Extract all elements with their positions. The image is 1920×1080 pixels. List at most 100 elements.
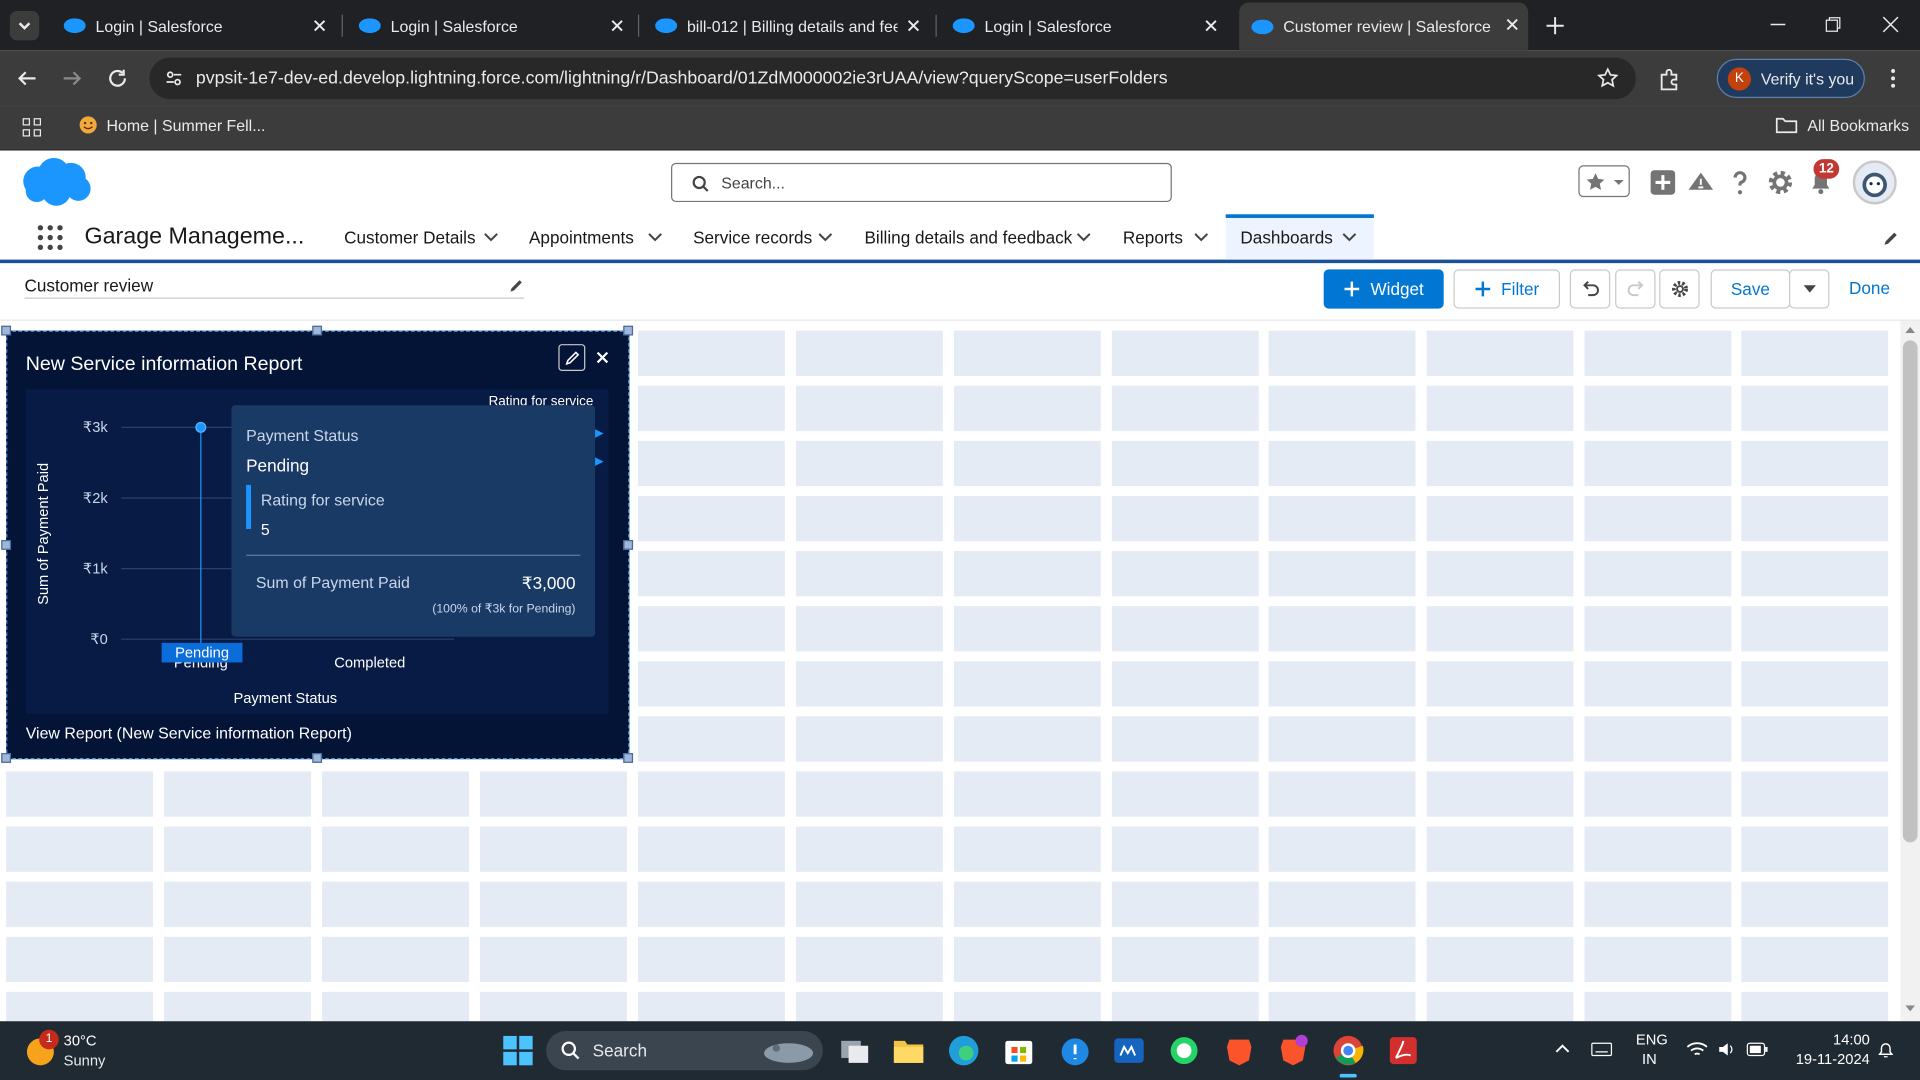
task-view-icon[interactable] — [838, 1033, 872, 1067]
favorites-button[interactable] — [1578, 165, 1630, 198]
add-filter-button[interactable]: Filter — [1453, 269, 1561, 309]
chevron-down-icon[interactable] — [1342, 233, 1357, 243]
browser-tab-3[interactable]: bill-012 | Billing details and feedb — [645, 7, 929, 44]
chevron-down-icon[interactable] — [484, 233, 499, 243]
browser-menu-icon[interactable] — [1883, 67, 1903, 89]
close-icon[interactable] — [1200, 15, 1222, 37]
tray-overflow-icon[interactable] — [1554, 1042, 1571, 1054]
app-launcher-icon[interactable] — [37, 224, 64, 251]
resize-handle[interactable] — [312, 325, 323, 336]
acrobat-reader-icon[interactable] — [1386, 1033, 1420, 1067]
dashboard-properties-button[interactable] — [1659, 269, 1700, 309]
file-explorer-icon[interactable] — [891, 1033, 925, 1067]
minimize-icon[interactable] — [1768, 15, 1788, 35]
close-icon[interactable] — [309, 15, 331, 37]
weather-widget[interactable]: 1 30°C Sunny — [24, 1029, 159, 1074]
legend-marker-icon[interactable] — [593, 428, 604, 439]
close-icon[interactable] — [902, 15, 924, 37]
undo-button[interactable] — [1569, 269, 1611, 309]
resize-handle[interactable] — [623, 540, 634, 550]
close-icon[interactable] — [1501, 13, 1523, 35]
resize-handle[interactable] — [1, 540, 12, 550]
done-button[interactable]: Done — [1849, 278, 1890, 298]
mylp-app-icon[interactable] — [1112, 1033, 1146, 1067]
browser-tab-4[interactable]: Login | Salesforce — [943, 7, 1227, 44]
verify-profile-button[interactable]: K Verify it's you — [1716, 58, 1865, 98]
apps-grid-icon[interactable] — [22, 118, 42, 138]
nav-item-appointments[interactable]: Appointments — [529, 228, 634, 248]
browser-tab-2[interactable]: Login | Salesforce — [349, 7, 633, 44]
add-widget-button[interactable]: Widget — [1323, 269, 1444, 309]
new-tab-icon[interactable] — [1544, 15, 1566, 37]
user-avatar[interactable] — [1852, 160, 1897, 205]
edit-widget-button[interactable] — [558, 344, 586, 372]
trailhead-icon[interactable] — [1686, 168, 1715, 197]
bookmark-home[interactable]: Home | Summer Fell... — [78, 115, 265, 135]
selected-category-label[interactable]: Pending — [161, 642, 243, 663]
window-close-icon[interactable] — [1881, 15, 1901, 35]
edge-browser-icon[interactable] — [947, 1033, 981, 1067]
notifications-button[interactable]: 12 — [1806, 159, 1840, 197]
help-icon[interactable] — [1725, 168, 1754, 197]
windows-start-icon[interactable] — [501, 1033, 535, 1067]
wifi-icon[interactable] — [1686, 1040, 1708, 1060]
chrome-browser-icon[interactable] — [1331, 1033, 1365, 1067]
nav-item-dashboards-active[interactable]: Dashboards — [1225, 214, 1374, 260]
browser-tab-5[interactable]: Customer review | Salesforce — [1239, 2, 1529, 51]
legend-marker-icon[interactable] — [593, 456, 604, 467]
address-bar[interactable]: pvpsit-1e7-dev-ed.develop.lightning.forc… — [149, 57, 1636, 100]
site-settings-icon[interactable] — [164, 69, 184, 89]
nav-item-billing-details[interactable]: Billing details and feedback — [864, 228, 1072, 248]
nav-item-reports[interactable]: Reports — [1123, 228, 1183, 248]
dashboard-widget[interactable]: New Service information Report ₹0 ₹1k ₹2k ₹… — [1, 325, 634, 763]
all-bookmarks[interactable]: All Bookmarks — [1775, 115, 1909, 135]
chevron-down-icon[interactable] — [1194, 233, 1209, 243]
nav-item-customer-details[interactable]: Customer Details — [344, 228, 475, 248]
restore-icon[interactable] — [1823, 15, 1843, 35]
extensions-icon[interactable] — [1658, 67, 1682, 91]
close-icon[interactable] — [606, 15, 628, 37]
resize-handle[interactable] — [1, 325, 12, 336]
clock[interactable]: 14:00 19-11-2024 — [1782, 1031, 1870, 1070]
taskbar-search[interactable]: Search — [546, 1031, 823, 1071]
scroll-up-icon[interactable] — [1905, 326, 1916, 334]
gear-icon[interactable] — [1766, 168, 1795, 197]
reload-icon[interactable] — [107, 67, 129, 89]
resize-handle[interactable] — [312, 753, 323, 763]
close-icon[interactable] — [595, 350, 610, 365]
whatsapp-icon[interactable] — [1167, 1033, 1201, 1067]
resize-handle[interactable] — [1, 753, 12, 763]
bookmark-star-icon[interactable] — [1596, 67, 1619, 89]
notification-bell-icon[interactable] — [1876, 1040, 1896, 1060]
edit-nav-pencil-icon[interactable] — [1882, 230, 1899, 247]
dashboard-name-field[interactable]: Customer review — [24, 276, 525, 299]
pencil-icon[interactable] — [508, 278, 524, 294]
brave-browser-icon[interactable] — [1222, 1033, 1256, 1067]
language-indicator[interactable]: ENG IN — [1633, 1031, 1670, 1070]
view-report-link[interactable]: View Report (New Service information Rep… — [26, 724, 352, 742]
keyboard-icon[interactable] — [1591, 1041, 1613, 1058]
resize-handle[interactable] — [623, 325, 634, 336]
redo-button[interactable] — [1615, 269, 1656, 309]
back-arrow-icon[interactable] — [16, 67, 38, 89]
browser-tab-1[interactable]: Login | Salesforce — [51, 7, 335, 44]
salesforce-logo[interactable] — [20, 157, 93, 208]
microsoft-store-icon[interactable] — [1002, 1033, 1036, 1067]
forward-arrow-icon[interactable] — [61, 67, 83, 89]
save-options-button[interactable] — [1788, 269, 1830, 309]
scroll-down-icon[interactable] — [1905, 1005, 1916, 1012]
resize-handle[interactable] — [623, 753, 634, 763]
chevron-down-icon[interactable] — [648, 233, 663, 243]
nav-item-service-records[interactable]: Service records — [693, 228, 812, 248]
chevron-down-icon[interactable] — [1076, 233, 1091, 243]
global-actions-icon[interactable] — [1648, 168, 1677, 197]
brave-profile-icon[interactable] — [1276, 1033, 1310, 1067]
chevron-down-icon[interactable] — [818, 233, 833, 243]
scrollbar-thumb[interactable] — [1902, 340, 1918, 843]
volume-icon[interactable] — [1717, 1040, 1737, 1060]
global-search-input[interactable]: Search... — [671, 162, 1172, 203]
save-button[interactable]: Save — [1710, 269, 1791, 309]
battery-icon[interactable] — [1746, 1042, 1768, 1057]
messaging-app-icon[interactable] — [1058, 1033, 1092, 1067]
tab-search-button[interactable] — [9, 11, 40, 41]
